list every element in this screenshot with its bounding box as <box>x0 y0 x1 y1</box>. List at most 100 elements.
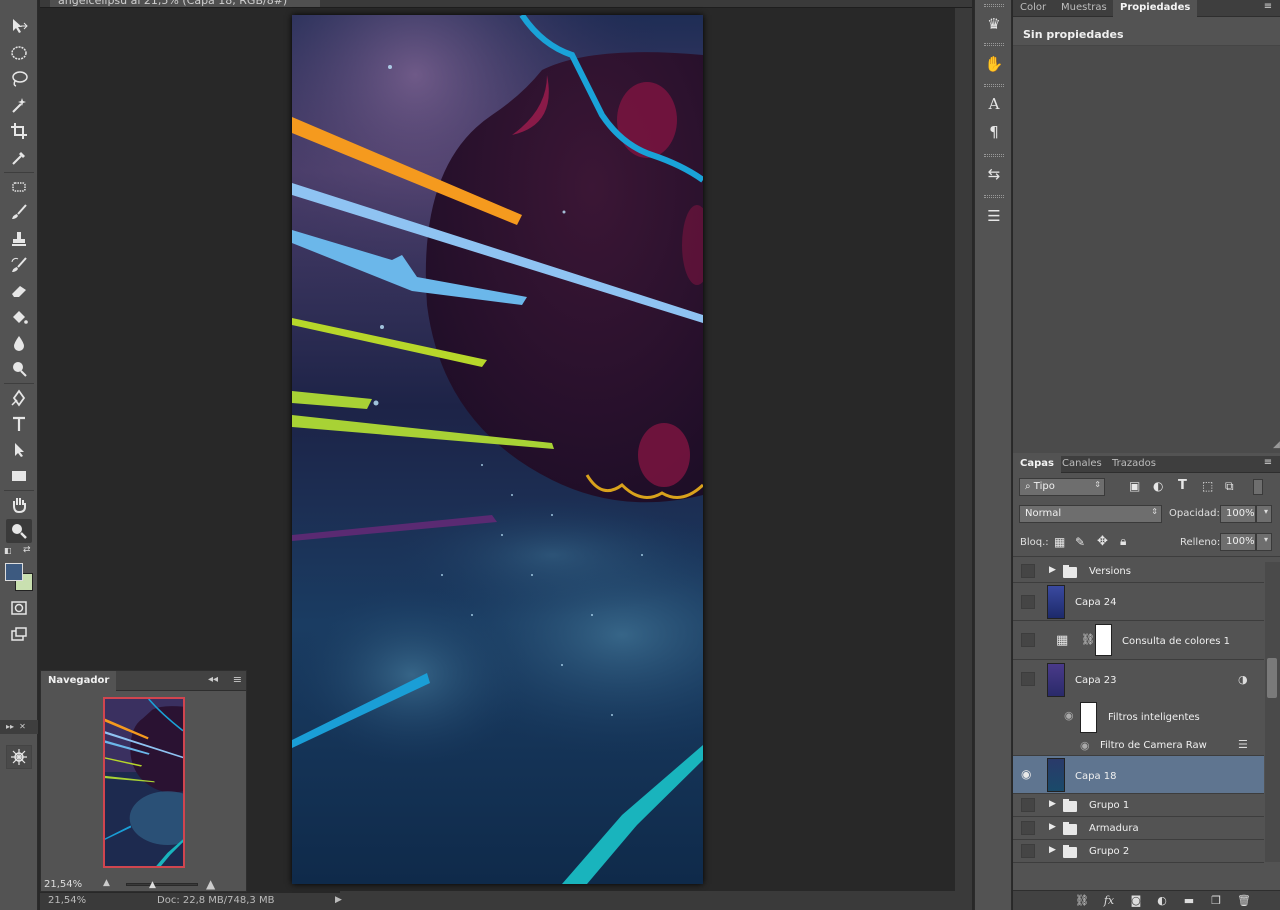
screen-mode-button[interactable] <box>6 622 32 646</box>
fill-dropdown-button[interactable]: ▾ <box>1256 533 1272 551</box>
layer-filter-dropdown[interactable]: ⌕ Tipo ⇕ <box>1019 478 1105 496</box>
brush-tool-button[interactable] <box>6 200 32 224</box>
tab-trazados[interactable]: Trazados <box>1105 456 1163 473</box>
filter-shape-icon[interactable]: ⬚ <box>1202 479 1213 493</box>
resize-grip-icon[interactable]: ◢ <box>1273 440 1280 450</box>
visibility-eye-icon[interactable]: ◉ <box>1021 767 1035 781</box>
lock-position-icon[interactable]: ✥ <box>1097 534 1108 549</box>
new-group-icon[interactable]: ▬ <box>1182 894 1196 908</box>
panel-menu-icon[interactable]: ≡ <box>233 673 242 686</box>
collapse-panel-bar[interactable]: ▸▸ ✕ <box>0 720 38 734</box>
blur-tool-button[interactable] <box>6 331 32 355</box>
visibility-toggle[interactable] <box>1021 821 1035 835</box>
fill-input[interactable]: 100% <box>1220 533 1256 551</box>
filter-options-icon[interactable]: ☰ <box>1238 738 1248 751</box>
lock-all-icon[interactable]: 🔒︎ <box>1120 534 1126 549</box>
lock-pixels-icon[interactable]: ✎ <box>1075 535 1085 549</box>
expand-arrow-icon[interactable]: ▶ <box>1049 799 1056 809</box>
document-tab[interactable]: ángelcelipsu al 21,5% (Capa 18, RGB/8#) <box>50 0 320 7</box>
filter-pixel-icon[interactable]: ▣ <box>1129 479 1140 493</box>
tab-canales[interactable]: Canales <box>1055 456 1109 473</box>
type-tool-button[interactable] <box>6 412 32 436</box>
layer-row-grupo-2[interactable]: ▶ Grupo 2 <box>1013 840 1264 863</box>
panel-menu-icon[interactable]: ≡ <box>1261 1 1275 15</box>
zoom-tool-button[interactable] <box>6 519 32 543</box>
hand-tool-button[interactable] <box>6 493 32 517</box>
tab-propiedades[interactable]: Propiedades <box>1113 0 1198 17</box>
expand-arrow-icon[interactable]: ▶ <box>1049 822 1056 832</box>
foreground-color-swatch[interactable] <box>5 563 23 581</box>
zoom-slider-thumb[interactable]: ▲ <box>149 880 156 890</box>
lasso-tool-button[interactable] <box>6 67 32 91</box>
link-icon[interactable]: ⛓ <box>1081 633 1095 646</box>
blend-mode-dropdown[interactable]: Normal ⇕ <box>1019 505 1162 523</box>
filter-type-icon[interactable]: T <box>1178 478 1187 493</box>
swap-colors-icon[interactable]: ⇄ <box>23 545 33 555</box>
filter-eye-icon[interactable]: ◉ <box>1080 739 1090 752</box>
layer-row-consulta-colores[interactable]: ▦ ⛓ Consulta de colores 1 <box>1013 621 1264 660</box>
add-mask-icon[interactable]: ◙ <box>1129 894 1143 908</box>
trash-icon[interactable]: 🗑︎ <box>1237 894 1251 908</box>
history-panel-button[interactable]: ♛ <box>981 12 1007 36</box>
canvas-horizontal-scrollbar[interactable] <box>340 891 972 910</box>
filter-adjustment-icon[interactable]: ◐ <box>1153 479 1163 493</box>
clone-source-button[interactable]: ⇆ <box>981 162 1007 186</box>
panel-menu-icon[interactable]: ≡ <box>1261 457 1275 471</box>
layer-row-capa-18[interactable]: ◉ Capa 18 <box>1013 756 1264 794</box>
lock-transparency-icon[interactable]: ▦ <box>1054 535 1065 549</box>
zoom-out-icon[interactable]: ▲ <box>103 878 110 888</box>
move-tool-button[interactable] <box>6 14 32 38</box>
visibility-toggle[interactable] <box>1021 798 1035 812</box>
zoom-slider[interactable]: ▲ <box>126 880 198 890</box>
visibility-toggle[interactable] <box>1021 844 1035 858</box>
filter-smart-object-icon[interactable]: ⧉ <box>1225 479 1234 494</box>
adjustments-button[interactable]: ☰ <box>981 204 1007 228</box>
visibility-toggle[interactable] <box>1021 633 1035 647</box>
dock-tool-button[interactable] <box>6 745 32 769</box>
dodge-tool-button[interactable] <box>6 357 32 381</box>
navigator-tab[interactable]: Navegador <box>41 671 117 691</box>
smart-filters-row[interactable]: ◉ Filtros inteligentes <box>1013 699 1264 735</box>
camera-raw-filter-row[interactable]: ◉ Filtro de Camera Raw ☰ <box>1013 735 1264 756</box>
expand-arrow-icon[interactable]: ▶ <box>1049 565 1056 575</box>
layer-row-grupo-1[interactable]: ▶ Grupo 1 <box>1013 794 1264 817</box>
default-colors-icon[interactable]: ◧ <box>4 546 14 555</box>
brush-presets-button[interactable]: ✋ <box>981 52 1007 76</box>
status-menu-arrow-icon[interactable]: ▶ <box>335 895 342 905</box>
navigator-thumbnail[interactable] <box>103 697 185 868</box>
layer-row-capa-23[interactable]: Capa 23 ◑ <box>1013 660 1264 699</box>
opacity-dropdown-button[interactable]: ▾ <box>1256 505 1272 523</box>
layers-scrollbar[interactable] <box>1265 562 1280 862</box>
layer-row-capa-24[interactable]: Capa 24 <box>1013 583 1264 621</box>
visibility-toggle[interactable] <box>1021 564 1035 578</box>
new-adjustment-icon[interactable]: ◐ <box>1155 894 1169 908</box>
collapse-icon[interactable]: ◂◂ <box>208 674 218 685</box>
zoom-in-icon[interactable]: ▲ <box>206 877 215 891</box>
character-panel-button[interactable]: A <box>981 92 1007 116</box>
paragraph-panel-button[interactable]: ¶ <box>981 120 1007 144</box>
clone-stamp-tool-button[interactable] <box>6 227 32 251</box>
history-brush-tool-button[interactable] <box>6 253 32 277</box>
tab-muestras[interactable]: Muestras <box>1054 0 1114 17</box>
layers-scrollbar-thumb[interactable] <box>1267 658 1277 698</box>
crop-tool-button[interactable] <box>6 119 32 143</box>
visibility-toggle[interactable] <box>1021 672 1035 686</box>
opacity-input[interactable]: 100% <box>1220 505 1256 523</box>
tab-capas[interactable]: Capas <box>1013 456 1061 473</box>
magic-wand-tool-button[interactable] <box>6 93 32 117</box>
visibility-toggle[interactable] <box>1021 595 1035 609</box>
pen-tool-button[interactable] <box>6 386 32 410</box>
navigator-zoom-value[interactable]: 21,54% <box>44 879 82 890</box>
canvas-vertical-scrollbar[interactable] <box>955 8 972 891</box>
paint-bucket-tool-button[interactable] <box>6 305 32 329</box>
rectangle-tool-button[interactable] <box>6 464 32 488</box>
fx-icon[interactable]: fx <box>1102 894 1116 908</box>
filter-toggle[interactable] <box>1253 479 1263 495</box>
expand-arrow-icon[interactable]: ▶ <box>1049 845 1056 855</box>
eyedropper-tool-button[interactable] <box>6 146 32 170</box>
quick-mask-button[interactable] <box>6 596 32 620</box>
status-zoom[interactable]: 21,54% <box>48 895 86 906</box>
document-canvas[interactable] <box>292 15 703 884</box>
eraser-tool-button[interactable] <box>6 279 32 303</box>
new-layer-icon[interactable]: ❐ <box>1209 894 1223 908</box>
